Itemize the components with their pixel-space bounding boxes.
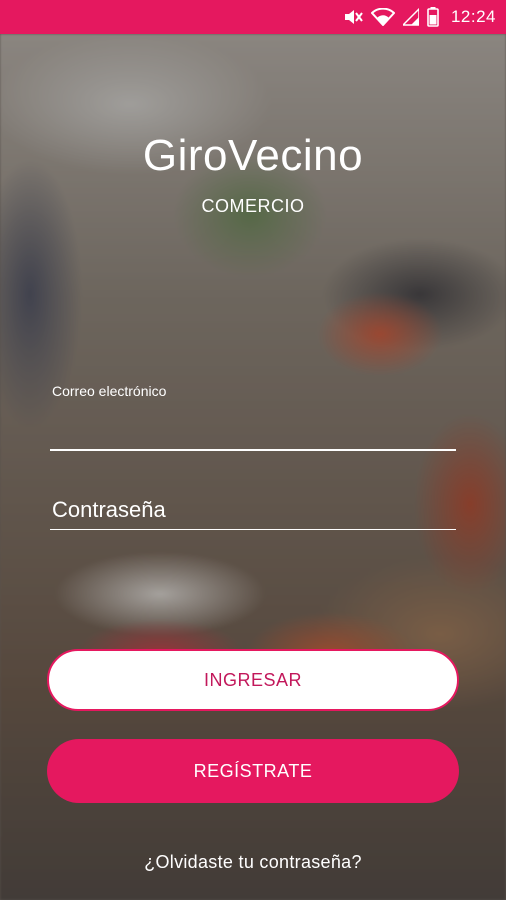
email-label: Correo electrónico (52, 383, 167, 399)
brand-header: GiroVecino COMERCIO (0, 130, 506, 217)
signal-icon (402, 8, 419, 26)
status-bar: 12:24 (0, 0, 506, 34)
password-field[interactable] (50, 492, 458, 528)
email-field[interactable] (50, 410, 456, 446)
app-logo-subtitle: COMERCIO (201, 196, 305, 216)
email-underline (50, 449, 456, 451)
forgot-password-link[interactable]: ¿Olvidaste tu contraseña? (0, 852, 506, 873)
mute-icon (343, 8, 363, 26)
app-logo-title: GiroVecino (142, 131, 364, 180)
battery-icon (427, 7, 439, 27)
status-clock: 12:24 (450, 7, 496, 26)
password-underline (50, 529, 456, 530)
wifi-icon (370, 8, 395, 26)
register-button[interactable]: REGÍSTRATE (47, 739, 459, 803)
login-button[interactable]: INGRESAR (47, 649, 459, 711)
